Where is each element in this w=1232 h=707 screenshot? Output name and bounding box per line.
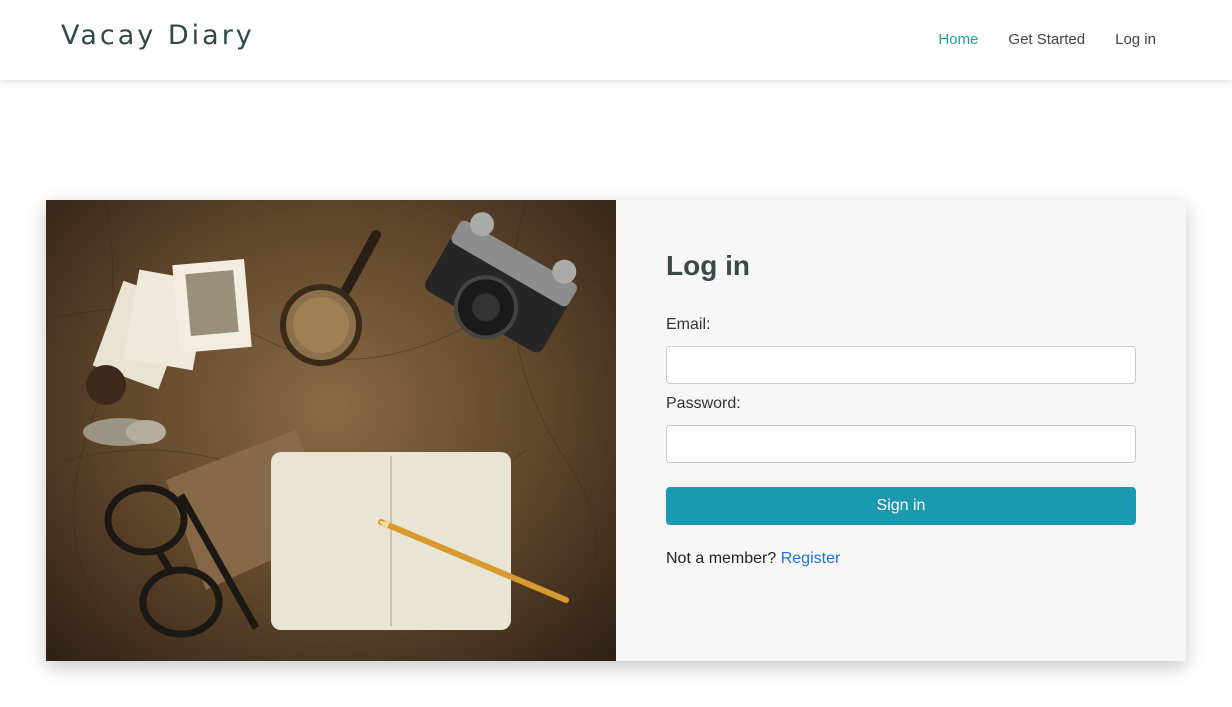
nav-home-link[interactable]: Home: [938, 31, 978, 48]
brand-logo[interactable]: Vacay Diary: [61, 20, 255, 51]
magnifying-glass: [280, 230, 381, 366]
login-title: Log in: [666, 250, 750, 281]
travel-photo: [46, 200, 616, 661]
not-member-text: Not a member?: [666, 550, 777, 567]
register-prompt: Not a member? Register: [666, 550, 840, 568]
nav-get-started-link[interactable]: Get Started: [1008, 31, 1085, 48]
password-input[interactable]: [666, 425, 1136, 463]
register-link[interactable]: Register: [781, 550, 841, 567]
nav-login-link[interactable]: Log in: [1115, 31, 1156, 48]
password-label: Password:: [666, 395, 741, 412]
email-label: Email:: [666, 316, 711, 333]
travel-flatlay-image: [46, 200, 616, 661]
nav-links: Home Get Started Log in: [938, 31, 1156, 48]
sign-in-button[interactable]: Sign in: [666, 487, 1136, 525]
notebook: [271, 452, 569, 630]
login-form-panel: Log in Email: Password: Sign in Not a me…: [616, 200, 1186, 661]
login-card: Log in Email: Password: Sign in Not a me…: [46, 200, 1186, 661]
email-input[interactable]: [666, 346, 1136, 384]
top-navbar: Vacay Diary Home Get Started Log in: [0, 0, 1232, 80]
camera: [425, 212, 577, 353]
